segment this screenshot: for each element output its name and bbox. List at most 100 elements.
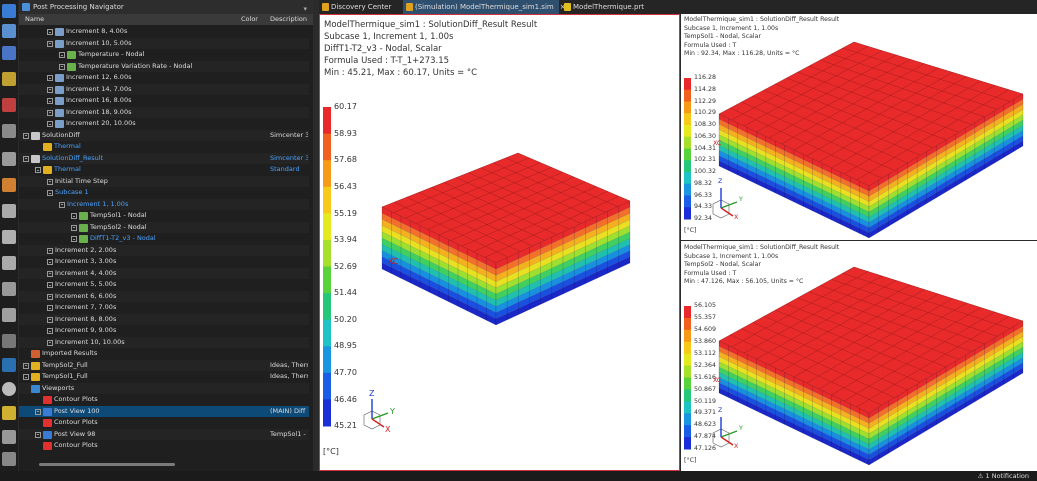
- expand-toggle-icon[interactable]: [59, 63, 65, 70]
- expand-toggle-icon[interactable]: [59, 201, 65, 208]
- contour-plot[interactable]: [320, 15, 680, 471]
- tree-row[interactable]: Contour Plots: [19, 417, 309, 429]
- expand-toggle-icon[interactable]: [47, 178, 53, 185]
- fem-icon[interactable]: [2, 98, 16, 112]
- document-tab[interactable]: (Simulation) ModelThermique_sim1.sim ×: [403, 0, 566, 14]
- tree-row[interactable]: Increment 20, 10.00s: [19, 118, 309, 130]
- help-icon[interactable]: [2, 334, 16, 348]
- tree-row[interactable]: DiffT1-T2_v3 - Nodal: [19, 233, 309, 245]
- expand-toggle-icon[interactable]: [35, 431, 41, 438]
- document-tab[interactable]: Discovery Center: [319, 0, 401, 14]
- system-icon[interactable]: [2, 282, 16, 296]
- navigator-icon[interactable]: [2, 4, 16, 18]
- expand-toggle-icon[interactable]: [47, 328, 53, 334]
- tree-row[interactable]: Post View 100 (MAIN) Diff: [19, 405, 309, 417]
- tree-row[interactable]: Increment 2, 2.00s: [19, 244, 309, 256]
- clock-icon[interactable]: [2, 382, 16, 396]
- tree-row[interactable]: Post View 98 TempSol1 -: [19, 428, 309, 440]
- tree-row[interactable]: Thermal Standard: [19, 164, 309, 176]
- tree-row[interactable]: Increment 10, 10.00s: [19, 336, 309, 348]
- tree-row[interactable]: Increment 5, 5.00s: [19, 279, 309, 291]
- expand-toggle-icon[interactable]: [47, 75, 53, 81]
- assembly-icon[interactable]: [2, 72, 16, 86]
- expand-toggle-icon[interactable]: [71, 224, 77, 231]
- history-icon[interactable]: [2, 152, 16, 166]
- tree-row[interactable]: Increment 14, 7.00s: [19, 83, 309, 95]
- tree-row[interactable]: Increment 8, 4.00s: [19, 26, 309, 38]
- expand-toggle-icon[interactable]: [47, 316, 53, 323]
- expand-toggle-icon[interactable]: [71, 213, 77, 219]
- expand-toggle-icon[interactable]: [47, 121, 53, 127]
- post-navigator-icon[interactable]: [2, 358, 16, 372]
- expand-toggle-icon[interactable]: [35, 167, 41, 173]
- expand-toggle-icon[interactable]: [47, 190, 53, 196]
- bottom-right-viewport[interactable]: ModelThermique_sim1 : SolutionDiff_Resul…: [681, 241, 1037, 471]
- part-icon[interactable]: [2, 46, 16, 60]
- tree-row[interactable]: TempSol1 - Nodal: [19, 210, 309, 222]
- expand-toggle-icon[interactable]: [47, 29, 53, 35]
- tree-row[interactable]: TempSol2_Full Ideas, Therm: [19, 359, 309, 371]
- tree-row[interactable]: Increment 1, 1.00s: [19, 198, 309, 210]
- top-right-viewport[interactable]: ModelThermique_sim1 : SolutionDiff_Resul…: [681, 14, 1037, 240]
- tree-row[interactable]: Contour Plots: [19, 440, 309, 452]
- reuse-icon[interactable]: [2, 178, 16, 192]
- tree-row[interactable]: Thermal: [19, 141, 309, 153]
- expand-toggle-icon[interactable]: [59, 52, 65, 58]
- tree-row[interactable]: Increment 10, 5.00s: [19, 37, 309, 49]
- expand-toggle-icon[interactable]: [71, 236, 77, 242]
- tree-row[interactable]: Contour Plots: [19, 394, 309, 406]
- tree-row[interactable]: Increment 3, 3.00s: [19, 256, 309, 268]
- navigator-hscrollbar[interactable]: [39, 463, 175, 466]
- cube-icon[interactable]: [2, 256, 16, 270]
- roles-icon[interactable]: [2, 204, 16, 218]
- expand-toggle-icon[interactable]: [23, 132, 29, 139]
- expand-toggle-icon[interactable]: [47, 305, 53, 311]
- column-description[interactable]: Description: [270, 14, 307, 25]
- tree-row[interactable]: Viewports: [19, 382, 309, 394]
- tree-row[interactable]: TempSol2 - Nodal: [19, 221, 309, 233]
- expand-toggle-icon[interactable]: [47, 109, 53, 116]
- expand-toggle-icon[interactable]: [47, 40, 53, 47]
- tree-row[interactable]: Increment 4, 4.00s: [19, 267, 309, 279]
- tree-row[interactable]: Increment 6, 6.00s: [19, 290, 309, 302]
- tree-row[interactable]: Increment 9, 9.00s: [19, 325, 309, 337]
- document-tab[interactable]: ModelThermique.prt: [561, 0, 651, 14]
- expand-toggle-icon[interactable]: [47, 98, 53, 104]
- layers-icon[interactable]: [2, 430, 16, 444]
- expand-toggle-icon[interactable]: [35, 408, 41, 415]
- tree-row[interactable]: Increment 16, 8.00s: [19, 95, 309, 107]
- expand-toggle-icon[interactable]: [47, 86, 53, 93]
- tree-row[interactable]: Increment 12, 6.00s: [19, 72, 309, 84]
- tools-icon[interactable]: [2, 308, 16, 322]
- palette-icon[interactable]: [2, 406, 16, 420]
- column-color[interactable]: Color: [241, 14, 258, 25]
- expand-toggle-icon[interactable]: [47, 339, 53, 346]
- legend-value: 112.29: [694, 97, 717, 105]
- expand-toggle-icon[interactable]: [23, 155, 29, 162]
- column-name[interactable]: Name: [25, 14, 44, 25]
- expand-toggle-icon[interactable]: [47, 259, 53, 265]
- expand-toggle-icon[interactable]: [23, 374, 29, 380]
- expand-toggle-icon[interactable]: [47, 247, 53, 254]
- tree-row[interactable]: Subcase 1: [19, 187, 309, 199]
- expand-toggle-icon[interactable]: [47, 293, 53, 300]
- expand-toggle-icon[interactable]: [47, 282, 53, 288]
- main-viewport[interactable]: ModelThermique_sim1 : SolutionDiff_Resul…: [319, 14, 680, 471]
- tree-row[interactable]: Temperature - Nodal: [19, 49, 309, 61]
- tree-row[interactable]: SolutionDiff Simcenter 3: [19, 129, 309, 141]
- tree-row[interactable]: Increment 7, 7.00s: [19, 302, 309, 314]
- expand-toggle-icon[interactable]: [23, 362, 29, 369]
- tree-row[interactable]: Increment 8, 8.00s: [19, 313, 309, 325]
- bell-icon[interactable]: [2, 230, 16, 244]
- tree-row[interactable]: TempSol1_Full Ideas, Therm: [19, 371, 309, 383]
- settings-icon[interactable]: [2, 124, 16, 138]
- expand-toggle-icon[interactable]: [47, 270, 53, 277]
- notification-indicator[interactable]: ⚠ 1 Notification: [978, 471, 1029, 481]
- tree-row[interactable]: SolutionDiff_Result Simcenter 3: [19, 152, 309, 164]
- more-icon[interactable]: [2, 452, 16, 466]
- tree-row[interactable]: Temperature Variation Rate - Nodal: [19, 60, 309, 72]
- tree-row[interactable]: Initial Time Step: [19, 175, 309, 187]
- tree-row[interactable]: Increment 18, 9.00s: [19, 106, 309, 118]
- tree-row[interactable]: Imported Results: [19, 348, 309, 360]
- sim-icon[interactable]: [2, 24, 16, 38]
